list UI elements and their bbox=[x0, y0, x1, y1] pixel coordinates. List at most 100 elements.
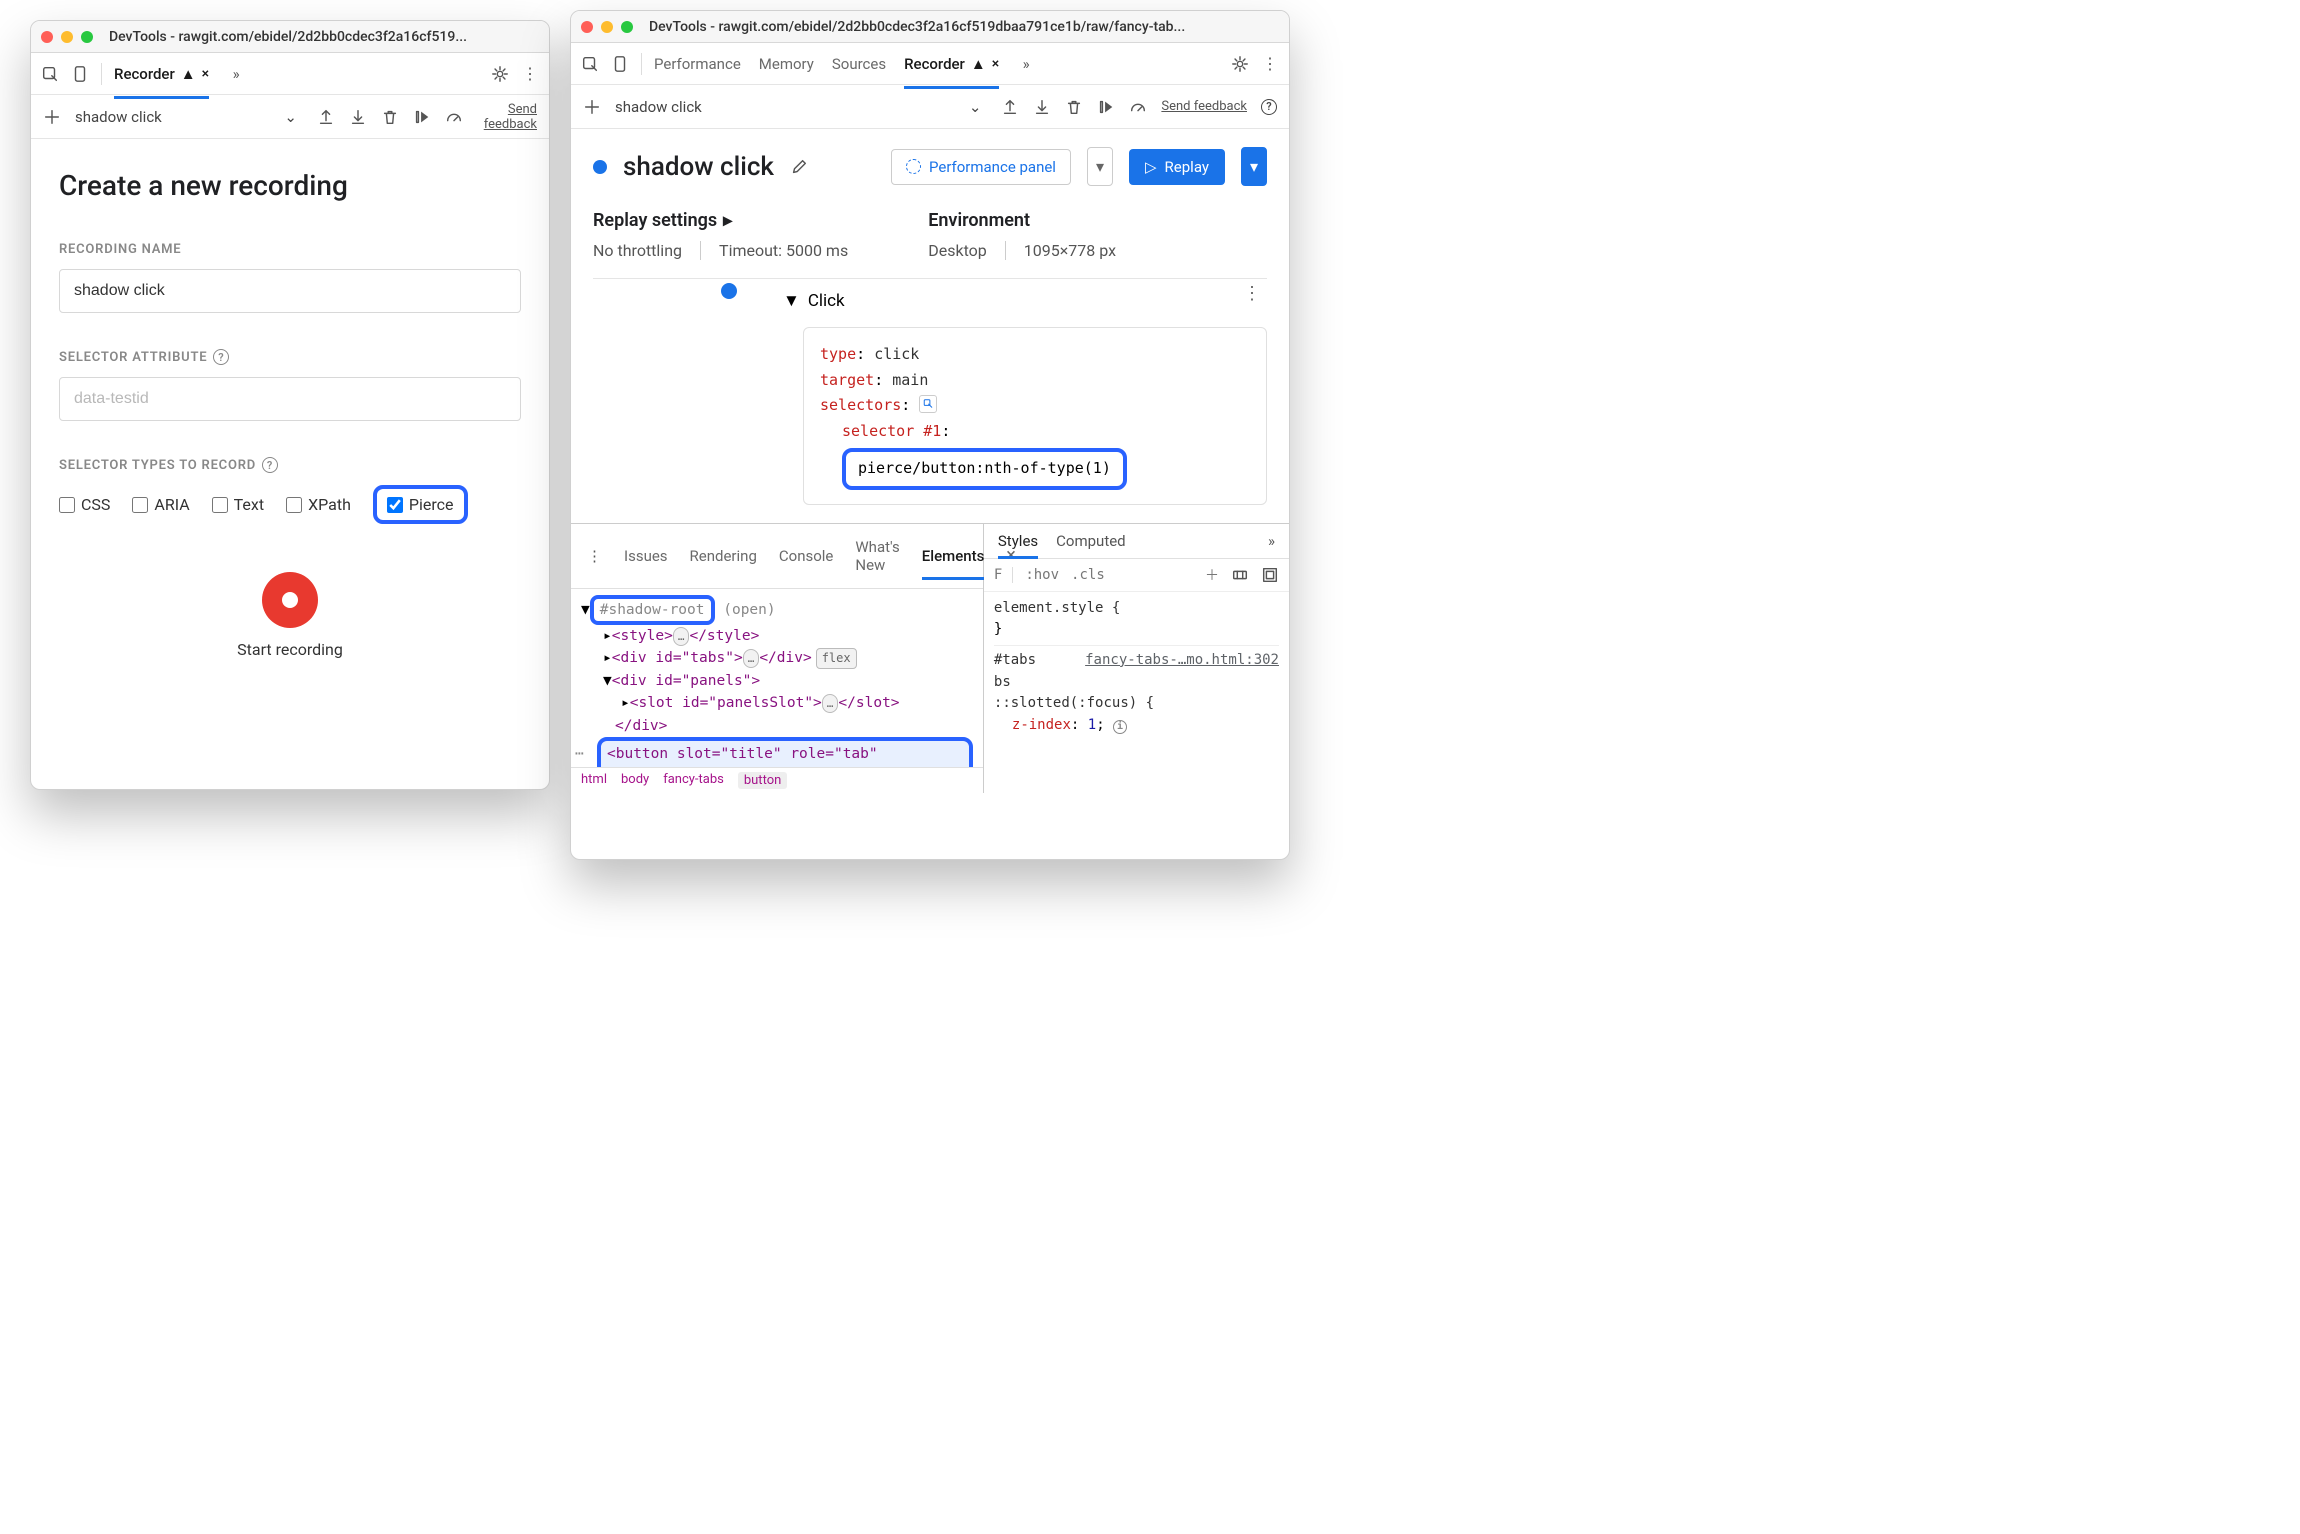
chk-xpath[interactable]: XPath bbox=[286, 495, 351, 514]
inspect-icon[interactable] bbox=[41, 65, 59, 83]
speed-icon[interactable] bbox=[1129, 98, 1147, 116]
import-icon[interactable] bbox=[1033, 98, 1051, 116]
inspect-icon[interactable] bbox=[581, 55, 599, 73]
info-icon[interactable]: i bbox=[1113, 720, 1127, 734]
delete-icon[interactable] bbox=[1065, 98, 1083, 116]
gear-icon[interactable] bbox=[1231, 55, 1249, 73]
recording-select[interactable]: shadow click ⌄ bbox=[75, 108, 303, 126]
help-icon[interactable]: ? bbox=[262, 457, 278, 473]
ellipsis-icon[interactable]: ⋯ bbox=[575, 743, 584, 765]
replay-settings-heading[interactable]: Replay settings ▸ bbox=[593, 210, 848, 231]
more-tabs-icon[interactable]: » bbox=[227, 65, 245, 83]
minimize-dot[interactable] bbox=[61, 31, 73, 43]
chk-aria[interactable]: ARIA bbox=[132, 495, 189, 514]
kebab-icon[interactable]: ⋮ bbox=[521, 65, 539, 83]
device-icon[interactable] bbox=[71, 65, 89, 83]
help-icon[interactable]: ? bbox=[213, 349, 229, 365]
perf-panel-menu[interactable]: ▾ bbox=[1087, 147, 1113, 186]
close-tab-icon[interactable]: × bbox=[202, 66, 209, 82]
export-icon[interactable] bbox=[1001, 98, 1019, 116]
kv-type-val: click bbox=[874, 345, 919, 363]
recording-select-label: shadow click bbox=[615, 98, 702, 116]
plus-icon[interactable] bbox=[43, 108, 61, 126]
filter-input[interactable]: F bbox=[994, 567, 1013, 583]
start-recording-button[interactable] bbox=[262, 572, 318, 628]
plus-icon[interactable] bbox=[583, 98, 601, 116]
inspect-selector-icon[interactable] bbox=[919, 395, 937, 413]
chevron-down-icon: ▼ bbox=[783, 291, 800, 311]
crumb-fancy-tabs[interactable]: fancy-tabs bbox=[663, 772, 724, 789]
performance-panel-button[interactable]: Performance panel bbox=[891, 149, 1071, 185]
dom-tabs-close: </div> bbox=[759, 650, 811, 666]
send-feedback-link[interactable]: Send feedback bbox=[477, 102, 537, 132]
speed-icon[interactable] bbox=[445, 108, 463, 126]
crumb-html[interactable]: html bbox=[581, 772, 607, 789]
tab-styles[interactable]: Styles bbox=[998, 532, 1038, 550]
ellipsis-icon[interactable]: … bbox=[743, 649, 760, 668]
new-style-icon[interactable]: ＋ bbox=[1205, 565, 1219, 585]
selector-attribute-label-text: SELECTOR ATTRIBUTE bbox=[59, 350, 207, 365]
cls-toggle[interactable]: .cls bbox=[1071, 567, 1105, 583]
kebab-icon[interactable]: ⋮ bbox=[1261, 55, 1279, 73]
zoom-dot[interactable] bbox=[621, 21, 633, 33]
step-header[interactable]: ▼ Click bbox=[783, 291, 1267, 311]
tab-performance[interactable]: Performance bbox=[654, 49, 741, 79]
crumb-button[interactable]: button bbox=[738, 772, 787, 789]
export-icon[interactable] bbox=[317, 108, 335, 126]
close-dot[interactable] bbox=[581, 21, 593, 33]
tab-recorder[interactable]: Recorder ▲ × bbox=[114, 59, 209, 89]
dom-div-close: </div> bbox=[615, 718, 667, 734]
hov-toggle[interactable]: :hov bbox=[1025, 567, 1059, 583]
close-dot[interactable] bbox=[41, 31, 53, 43]
send-feedback-link[interactable]: Send feedback bbox=[1161, 99, 1247, 114]
tab-issues[interactable]: Issues bbox=[624, 541, 668, 571]
edit-icon[interactable] bbox=[790, 158, 808, 176]
delete-icon[interactable] bbox=[381, 108, 399, 126]
step-kebab[interactable]: ⋮ bbox=[1243, 283, 1261, 304]
layout-icon[interactable] bbox=[1261, 566, 1279, 584]
replay-button[interactable]: ▷ Replay bbox=[1129, 149, 1225, 185]
recording-select[interactable]: shadow click ⌄ bbox=[615, 98, 987, 116]
ellipsis-icon[interactable]: … bbox=[822, 694, 839, 713]
gear-icon[interactable] bbox=[491, 65, 509, 83]
env-device: Desktop bbox=[928, 241, 987, 260]
step-play-icon[interactable] bbox=[413, 108, 431, 126]
step-area: ▼ Click ⋮ type: click target: main selec… bbox=[571, 279, 1289, 523]
recording-header: shadow click Performance panel ▾ ▷ Repla… bbox=[571, 129, 1289, 204]
selector-attribute-input[interactable] bbox=[59, 377, 521, 421]
tab-console[interactable]: Console bbox=[779, 541, 834, 571]
css-pane[interactable]: element.style { } #tabsfancy-tabs-…mo.ht… bbox=[984, 592, 1289, 793]
step-play-icon[interactable] bbox=[1097, 98, 1115, 116]
import-icon[interactable] bbox=[349, 108, 367, 126]
record-icon bbox=[282, 592, 298, 608]
tab-rendering[interactable]: Rendering bbox=[690, 541, 757, 571]
tab-memory[interactable]: Memory bbox=[759, 49, 814, 79]
device-icon[interactable] bbox=[611, 55, 629, 73]
replay-menu[interactable]: ▾ bbox=[1241, 147, 1267, 186]
replay-settings-values: No throttling Timeout: 5000 ms bbox=[593, 241, 848, 260]
chk-text[interactable]: Text bbox=[212, 495, 264, 514]
tab-recorder[interactable]: Recorder ▲ × bbox=[904, 49, 999, 79]
tab-sources[interactable]: Sources bbox=[832, 49, 886, 79]
crumb-body[interactable]: body bbox=[621, 772, 649, 789]
close-tab-icon[interactable]: × bbox=[992, 56, 999, 72]
zoom-dot[interactable] bbox=[81, 31, 93, 43]
chk-pierce[interactable]: Pierce bbox=[387, 495, 454, 514]
flask-icon: ▲ bbox=[181, 65, 196, 83]
more-tabs-icon[interactable]: » bbox=[1268, 532, 1275, 550]
flex-badge[interactable]: flex bbox=[816, 648, 857, 669]
flexbox-editor-icon[interactable] bbox=[1231, 566, 1249, 584]
recording-name-input[interactable] bbox=[59, 269, 521, 313]
kv-target-val: main bbox=[892, 371, 928, 389]
css-file-link[interactable]: fancy-tabs-…mo.html:302 bbox=[1085, 650, 1279, 672]
tab-whatsnew[interactable]: What's New bbox=[855, 532, 899, 580]
chk-css[interactable]: CSS bbox=[59, 495, 110, 514]
tab-elements[interactable]: Elements bbox=[922, 541, 985, 571]
tab-computed[interactable]: Computed bbox=[1056, 532, 1126, 550]
help-icon[interactable]: ? bbox=[1261, 99, 1277, 115]
ellipsis-icon[interactable]: … bbox=[673, 627, 690, 646]
minimize-dot[interactable] bbox=[601, 21, 613, 33]
more-tabs-icon[interactable]: » bbox=[1017, 55, 1035, 73]
dom-tree[interactable]: ▼#shadow-root (open) ▸<style>…</style> ▸… bbox=[571, 589, 983, 767]
drawer-kebab[interactable]: ⋮ bbox=[587, 547, 602, 565]
